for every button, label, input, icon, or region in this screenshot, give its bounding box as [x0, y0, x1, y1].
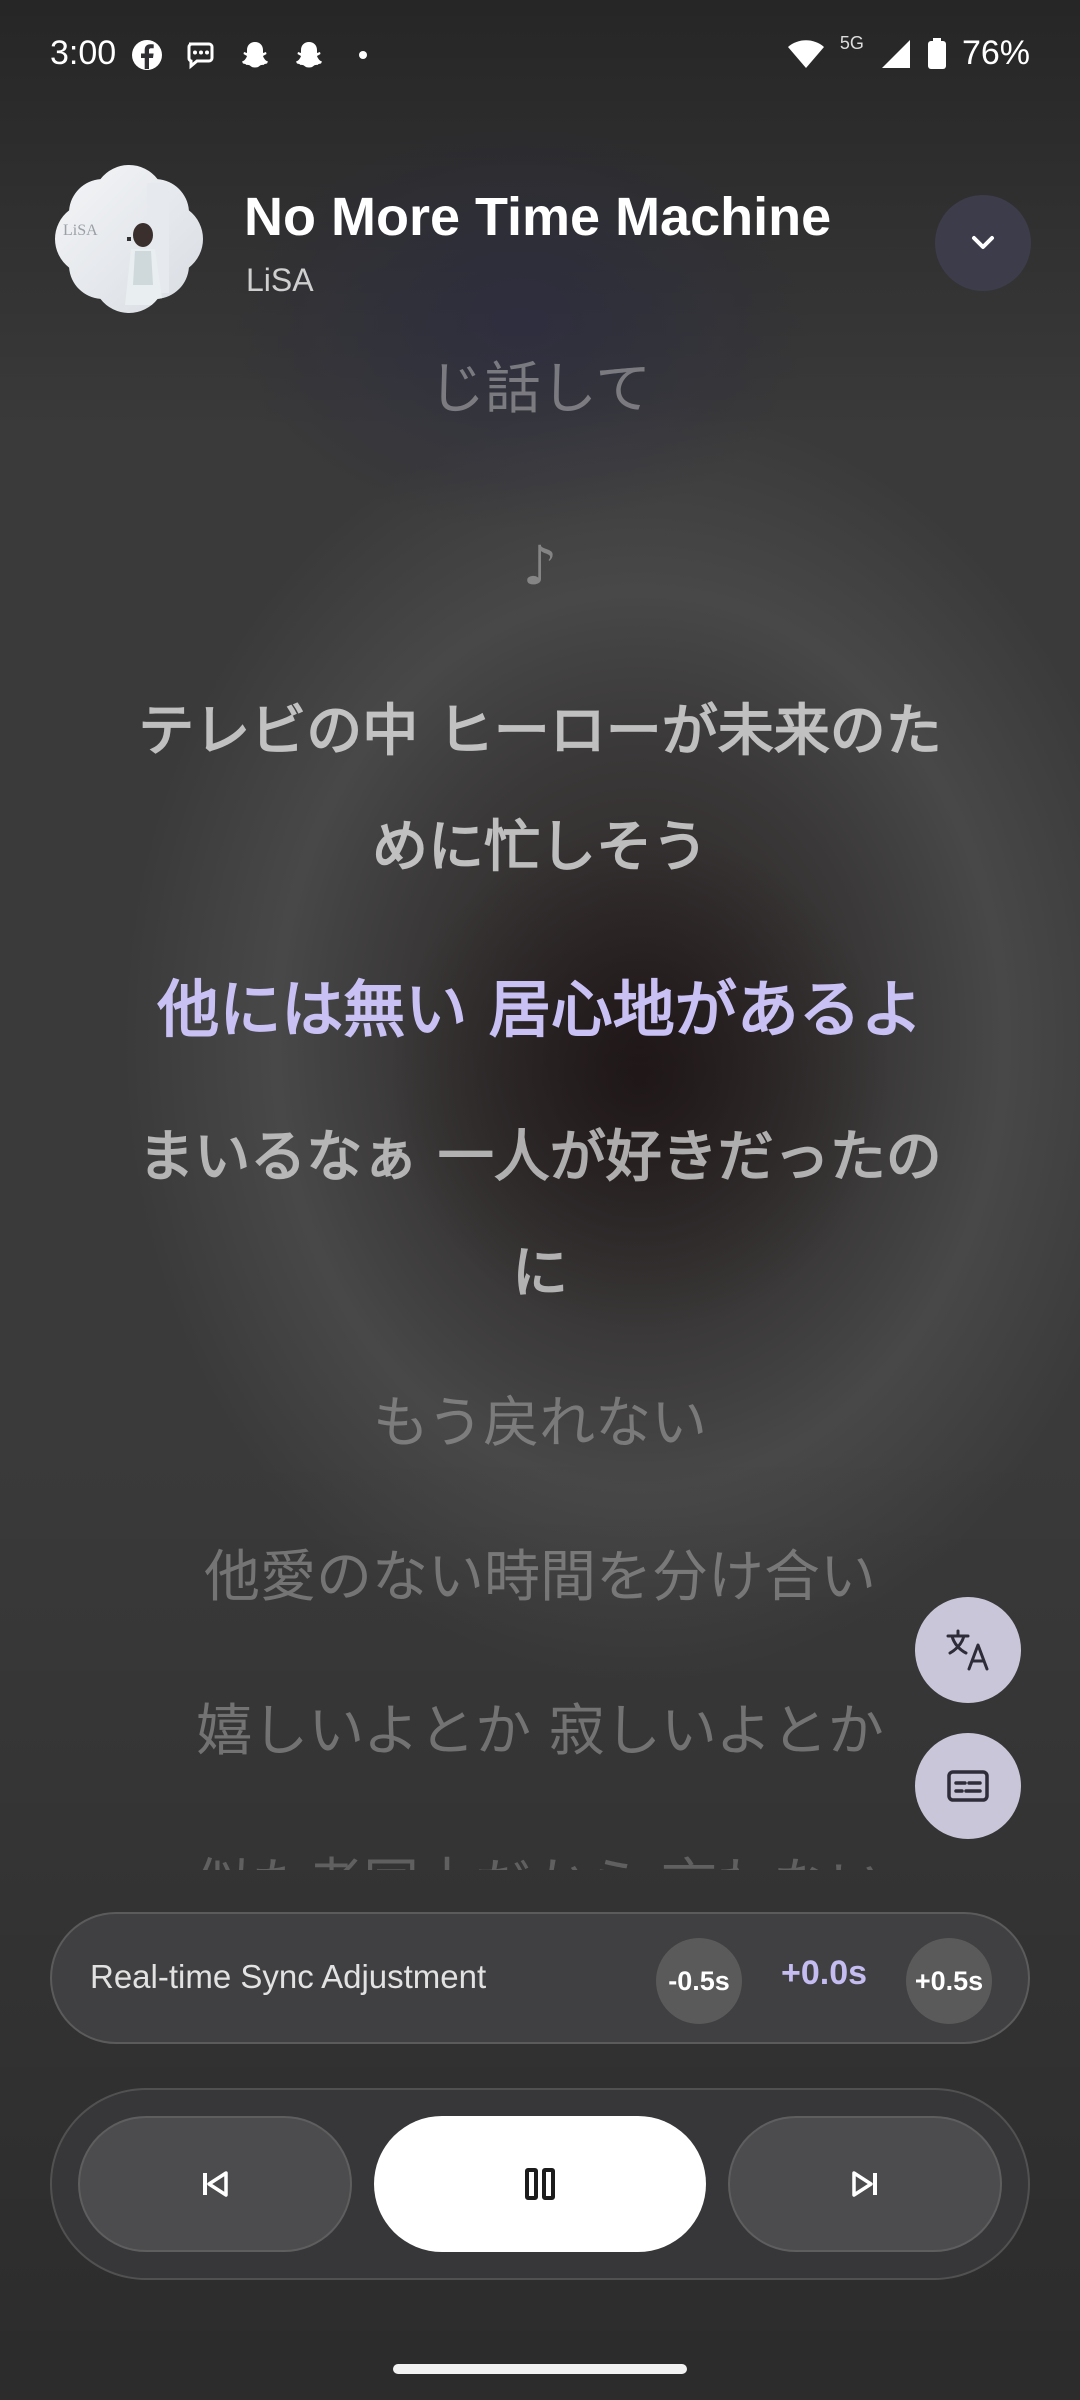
album-art[interactable]: LiSA	[55, 165, 203, 313]
sync-adjustment-panel: Real-time Sync Adjustment -0.5s +0.0s +0…	[50, 1912, 1030, 2044]
lyric-line[interactable]: 他愛のない時間を分け合い	[100, 1520, 980, 1636]
home-indicator[interactable]	[393, 2364, 687, 2374]
snapchat-icon	[242, 42, 268, 68]
collapse-button[interactable]	[935, 195, 1031, 291]
lyric-line[interactable]: もう戻れない	[100, 1366, 980, 1482]
battery-percent: 76%	[961, 34, 1030, 72]
svg-text:LiSA: LiSA	[63, 222, 98, 239]
dot-icon	[359, 51, 367, 59]
lyric-line[interactable]: まいるなぁ 一人が好きだったの	[100, 1100, 980, 1216]
sync-adjustment-label: Real-time Sync Adjustment	[90, 1958, 487, 1995]
lyric-line-active[interactable]: 他には無い 居心地があるよ	[100, 952, 980, 1068]
lyric-interlude[interactable]: ♪	[100, 508, 980, 624]
lyric-line[interactable]: 似た者同士だから 言わない	[100, 1828, 980, 1870]
signal-icon	[881, 39, 910, 68]
system-icons: 5G 76%	[786, 33, 1030, 73]
messenger-icon	[187, 42, 214, 70]
track-artist[interactable]: LiSA	[246, 262, 314, 299]
chevron-down-icon	[972, 236, 994, 249]
subtitles-button[interactable]	[915, 1733, 1021, 1839]
playback-controls	[50, 2088, 1030, 2280]
translate-icon	[946, 1629, 989, 1671]
translate-button[interactable]	[915, 1597, 1021, 1703]
subtitles-icon	[947, 1770, 989, 1802]
skip-next-icon	[852, 2171, 877, 2197]
track-title: No More Time Machine	[244, 187, 832, 247]
facebook-icon	[132, 40, 162, 70]
lyric-line[interactable]: 嬉しいよとか 寂しいよとか	[100, 1674, 980, 1790]
previous-button[interactable]	[78, 2116, 352, 2252]
pause-icon	[525, 2168, 555, 2200]
lyric-line[interactable]: テレビの中 ヒーローが未来のた	[100, 674, 980, 790]
sync-offset-value: +0.0s	[780, 1954, 868, 1992]
status-bar: 3:00 5G 76%	[0, 0, 1080, 110]
skip-previous-icon	[203, 2171, 228, 2197]
lyric-line[interactable]: めに忙しそう	[100, 790, 980, 906]
network-type-label: 5G	[839, 33, 864, 53]
lyric-line[interactable]: に	[100, 1216, 980, 1332]
snapchat-icon	[296, 42, 322, 68]
sync-plus-button[interactable]: +0.5s	[906, 1938, 992, 2024]
next-button[interactable]	[728, 2116, 1002, 2252]
lyric-line[interactable]: じ話して	[100, 332, 980, 448]
status-time: 3:00	[50, 34, 117, 72]
battery-icon	[927, 37, 946, 69]
album-art-image: LiSA	[55, 165, 203, 313]
pause-button[interactable]	[374, 2116, 706, 2252]
sync-minus-button[interactable]: -0.5s	[656, 1938, 742, 2024]
wifi-icon	[787, 39, 824, 68]
notification-icons	[130, 38, 380, 72]
